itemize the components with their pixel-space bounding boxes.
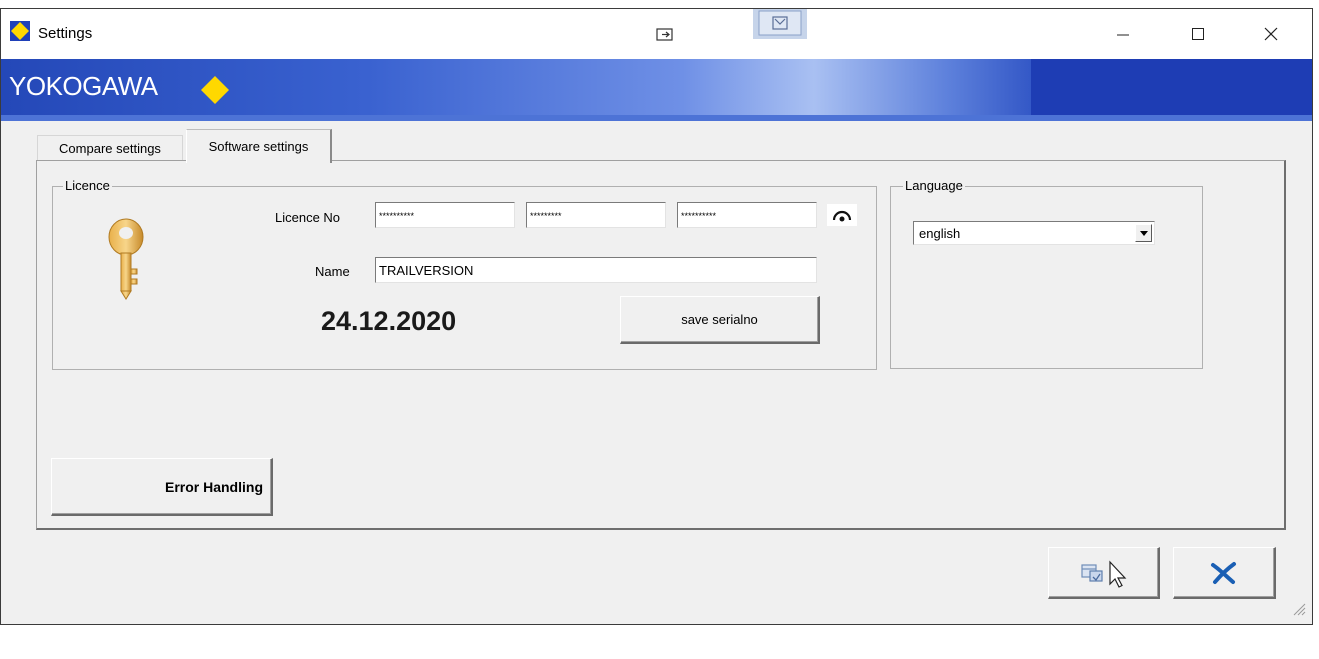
yokogawa-diamond-icon xyxy=(10,21,30,41)
dropdown-arrow-button[interactable] xyxy=(1135,224,1152,242)
yokogawa-banner: YOKOGAWA xyxy=(1,59,1312,121)
banner-dark-band xyxy=(1031,59,1312,115)
tab-software-settings-label: Software settings xyxy=(208,139,309,154)
minimize-button[interactable] xyxy=(1086,9,1160,59)
resize-grip-icon[interactable] xyxy=(1290,600,1306,616)
tab-software-settings[interactable]: Software settings xyxy=(186,129,332,163)
name-field[interactable] xyxy=(375,257,817,283)
apply-button[interactable] xyxy=(1048,547,1160,599)
title-bar[interactable]: Settings xyxy=(1,9,1312,59)
banner-stripe xyxy=(1,115,1312,121)
tab-compare-settings-label: Compare settings xyxy=(59,141,161,156)
cancel-button[interactable] xyxy=(1173,547,1276,599)
licence-no-field-2[interactable] xyxy=(526,202,666,228)
tab-compare-settings[interactable]: Compare settings xyxy=(37,135,183,161)
apply-cursor-icon xyxy=(1080,559,1126,588)
licence-date: 24.12.2020 xyxy=(321,306,457,336)
language-group: Language xyxy=(890,178,1203,369)
licence-no-field-3[interactable] xyxy=(677,202,817,228)
cancel-x-icon xyxy=(1211,561,1236,584)
name-label: Name xyxy=(315,264,350,279)
save-serialno-button[interactable]: save serialno xyxy=(620,296,820,344)
window-tab-icon[interactable] xyxy=(753,9,807,39)
save-serialno-label: save serialno xyxy=(681,312,758,327)
window-title: Settings xyxy=(38,25,93,42)
eye-icon[interactable] xyxy=(827,204,857,226)
licence-group-label: Licence xyxy=(63,178,112,193)
maximize-icon xyxy=(1192,28,1204,40)
snap-layout-icon[interactable] xyxy=(654,24,676,46)
chevron-down-icon xyxy=(1139,230,1148,236)
error-handling-button[interactable]: Error Handling xyxy=(51,458,273,516)
maximize-button[interactable] xyxy=(1161,9,1235,59)
licence-no-field-1[interactable] xyxy=(375,202,515,228)
minimize-icon xyxy=(1117,34,1129,36)
language-group-label: Language xyxy=(903,178,965,193)
brand-logo-text: YOKOGAWA xyxy=(9,71,158,101)
key-icon xyxy=(108,218,144,300)
close-button[interactable] xyxy=(1234,9,1308,59)
brand-diamond-icon xyxy=(201,76,229,104)
close-icon xyxy=(1264,27,1278,41)
licence-no-label: Licence No xyxy=(275,210,341,225)
language-select-value: english xyxy=(919,226,961,241)
error-handling-label: Error Handling xyxy=(164,478,263,495)
language-select[interactable]: english xyxy=(913,221,1155,245)
